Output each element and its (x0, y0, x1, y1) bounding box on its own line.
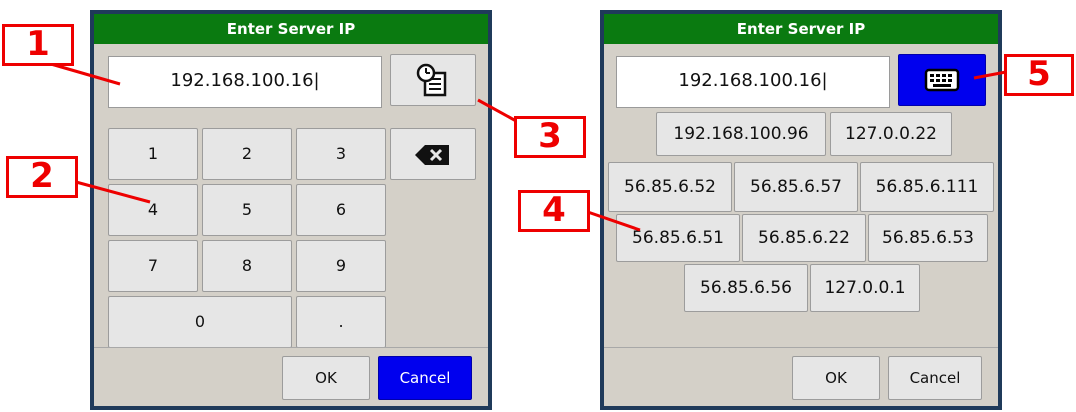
callout-line-5 (973, 70, 1007, 80)
callout-line-2 (75, 180, 151, 204)
callout-2: 2 (6, 156, 78, 198)
callout-3: 3 (514, 116, 586, 158)
callout-1: 1 (2, 24, 74, 66)
callout-5: 5 (1004, 54, 1074, 96)
callout-line-3 (477, 98, 519, 124)
callout-4: 4 (518, 190, 590, 232)
callout-line-4 (581, 208, 641, 232)
